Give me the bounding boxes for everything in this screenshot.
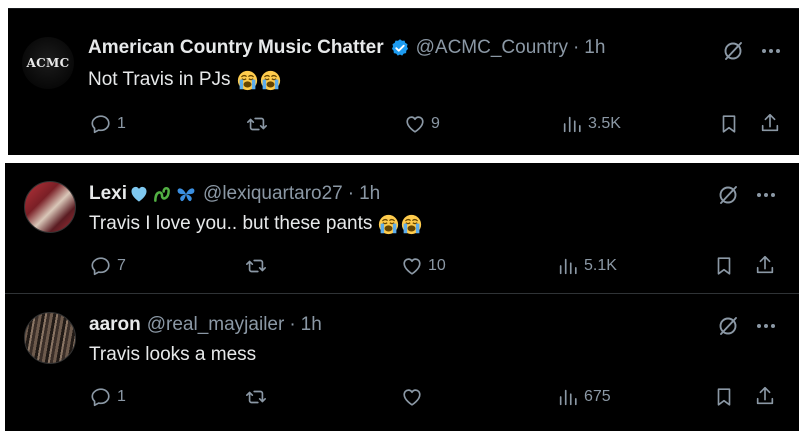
display-name[interactable]: American Country Music Chatter [88,37,384,59]
reply-icon [90,255,112,277]
retweet-button[interactable] [245,386,267,408]
avatar[interactable]: ACMC [22,37,74,89]
user-handle[interactable]: @ACMC_Country [416,37,568,59]
loudly-crying-face-icon [401,214,422,235]
tweet-body: Travis I love you.. but these pants [89,213,373,234]
tweet-body: Travis looks a mess [89,344,257,365]
tweet-timestamp[interactable]: 1h [359,183,380,205]
bookmark-icon [713,255,735,277]
tweet-panel-replies: Lexi @lexiquartaro27 · 1h Travis I love … [5,163,799,431]
loudly-crying-face-icon [378,214,399,235]
reply-button[interactable]: 1 [90,113,126,135]
green-knot-icon [151,184,173,204]
retweet-button[interactable] [245,255,267,277]
avatar[interactable] [24,181,76,233]
separator-dot: · [572,37,580,58]
verified-badge-icon [390,38,410,58]
bookmark-button[interactable] [713,255,735,277]
share-button[interactable] [754,254,776,276]
avatar[interactable] [24,312,76,364]
views-count: 675 [584,388,611,405]
views-icon [557,255,579,277]
reply-icon [90,113,112,135]
heart-icon [401,255,423,277]
views-button[interactable]: 675 [557,386,611,408]
display-name[interactable]: Lexi [89,183,127,205]
separator-dot: · [289,314,296,335]
share-icon [754,254,776,276]
share-icon [754,385,776,407]
separator-dot: · [347,183,355,204]
share-icon [759,112,781,134]
grok-icon[interactable] [716,314,740,343]
avatar-logo-text: ACMC [26,56,70,70]
tweet-header: Lexi @lexiquartaro27 · 1h [89,183,380,205]
retweet-icon [245,255,267,277]
light-blue-heart-icon [129,184,149,204]
share-button[interactable] [759,112,781,134]
tweet-timestamp[interactable]: 1h [301,314,322,336]
reply-button[interactable]: 7 [90,255,126,277]
reply-icon [90,386,112,408]
reply-count: 1 [117,388,126,405]
user-handle[interactable]: @lexiquartaro27 [203,183,343,205]
share-button[interactable] [754,385,776,407]
display-name[interactable]: aaron [89,314,141,336]
tweet-body: Not Travis in PJs [88,69,231,90]
grok-icon[interactable] [716,183,740,212]
tweet-header: American Country Music Chatter @ACMC_Cou… [88,37,605,59]
like-button[interactable] [401,386,423,408]
like-count: 9 [431,115,440,132]
more-options-icon[interactable] [754,183,778,212]
retweet-icon [245,386,267,408]
loudly-crying-face-icon [237,70,258,91]
tweet-timestamp[interactable]: 1h [584,37,605,59]
reply-button[interactable]: 1 [90,386,126,408]
bookmark-icon [718,113,740,135]
retweet-button[interactable] [246,113,268,135]
tweet-text: Travis looks a mess [89,344,256,366]
tweet-header: aaron @real_mayjailer · 1h [89,314,322,336]
tweet[interactable]: ACMC American Country Music Chatter @ACM… [8,9,799,155]
reply-count: 7 [117,257,126,274]
tweet[interactable]: aaron @real_mayjailer · 1h Travis looks … [5,294,799,431]
views-icon [557,386,579,408]
like-button[interactable]: 10 [401,255,446,277]
like-count: 10 [428,257,446,274]
bookmark-button[interactable] [713,386,735,408]
blue-butterfly-icon [175,184,197,204]
loudly-crying-face-icon [260,70,281,91]
views-count: 3.5K [588,115,621,132]
bookmark-icon [713,386,735,408]
tweet[interactable]: Lexi @lexiquartaro27 · 1h Travis I love … [5,163,799,294]
bookmark-button[interactable] [718,113,740,135]
heart-icon [404,113,426,135]
retweet-icon [246,113,268,135]
grok-icon[interactable] [721,39,745,68]
heart-icon [401,386,423,408]
views-button[interactable]: 3.5K [561,113,621,135]
views-count: 5.1K [584,257,617,274]
more-options-icon[interactable] [754,314,778,343]
tweet-text: Not Travis in PJs [88,69,281,91]
reply-count: 1 [117,115,126,132]
views-button[interactable]: 5.1K [557,255,617,277]
like-button[interactable]: 9 [404,113,440,135]
user-handle[interactable]: @real_mayjailer [147,314,285,336]
tweet-panel-top: ACMC American Country Music Chatter @ACM… [8,8,799,155]
views-icon [561,113,583,135]
more-options-icon[interactable] [759,39,783,68]
tweet-text: Travis I love you.. but these pants [89,213,422,235]
